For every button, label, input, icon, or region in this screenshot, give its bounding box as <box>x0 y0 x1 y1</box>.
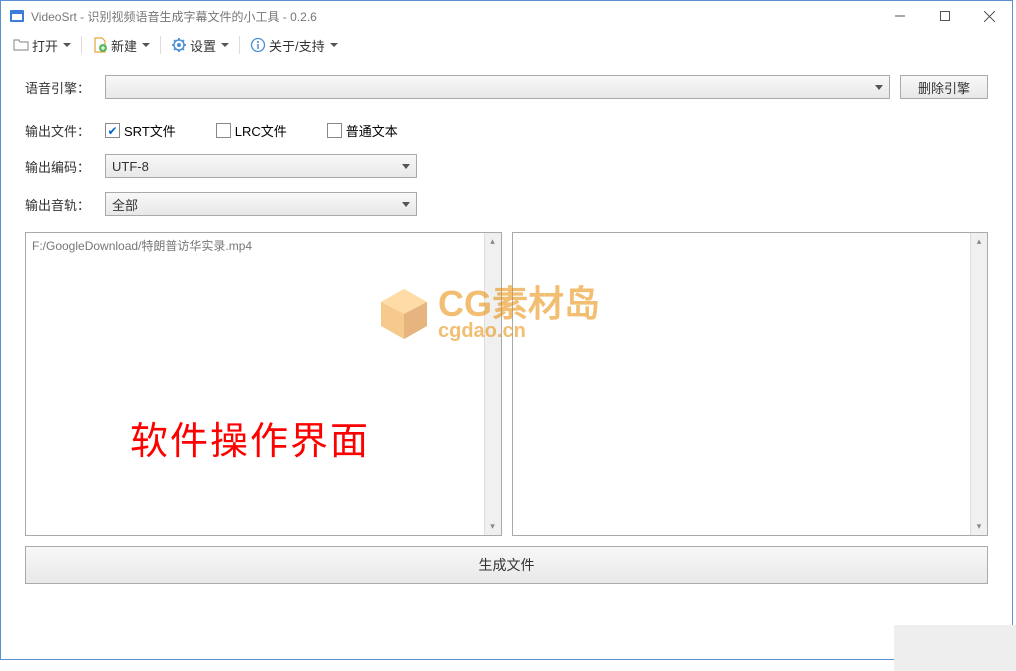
lrc-label: LRC文件 <box>235 121 287 140</box>
chevron-down-icon <box>402 202 410 207</box>
separator <box>160 36 161 54</box>
track-row: 输出音轨： 全部 <box>25 192 988 216</box>
encoding-select[interactable]: UTF-8 <box>105 154 417 178</box>
engine-label: 语音引擎： <box>25 78 95 97</box>
folder-icon <box>13 37 29 53</box>
scroll-up-icon[interactable]: ▴ <box>971 233 987 250</box>
txt-label: 普通文本 <box>346 121 398 140</box>
checkbox-box <box>327 123 342 138</box>
scrollbar[interactable]: ▴ ▾ <box>970 233 987 535</box>
open-menu[interactable]: 打开 <box>9 34 75 57</box>
chevron-down-icon <box>63 43 71 47</box>
output-file-label: 输出文件： <box>25 121 95 140</box>
open-label: 打开 <box>32 36 58 55</box>
checkbox-box: ✔ <box>105 123 120 138</box>
chevron-down-icon <box>330 43 338 47</box>
panels: F:/GoogleDownload/特朗普访华实录.mp4 ▴ ▾ ▴ ▾ <box>25 232 988 536</box>
app-window: VideoSrt - 识别视频语音生成字幕文件的小工具 - 0.2.6 打开 <box>0 0 1013 660</box>
new-label: 新建 <box>111 36 137 55</box>
maximize-button[interactable] <box>922 1 967 31</box>
track-value: 全部 <box>112 195 138 214</box>
txt-checkbox[interactable]: 普通文本 <box>327 121 398 140</box>
checkbox-box <box>216 123 231 138</box>
scroll-down-icon[interactable]: ▾ <box>971 518 987 535</box>
minimize-button[interactable] <box>877 1 922 31</box>
about-label: 关于/支持 <box>269 36 325 55</box>
separator <box>81 36 82 54</box>
scrollbar[interactable]: ▴ ▾ <box>484 233 501 535</box>
output-panel[interactable]: ▴ ▾ <box>512 232 989 536</box>
output-file-row: 输出文件： ✔ SRT文件 LRC文件 普通文本 <box>25 121 988 140</box>
corner-box <box>894 625 1016 671</box>
settings-label: 设置 <box>190 36 216 55</box>
encoding-label: 输出编码： <box>25 157 95 176</box>
scroll-down-icon[interactable]: ▾ <box>485 518 501 535</box>
app-icon <box>9 8 25 24</box>
track-select[interactable]: 全部 <box>105 192 417 216</box>
delete-engine-button[interactable]: 删除引擎 <box>900 75 988 99</box>
separator <box>239 36 240 54</box>
toolbar: 打开 新建 <box>1 31 1012 59</box>
settings-menu[interactable]: 设置 <box>167 34 233 57</box>
info-icon <box>250 37 266 53</box>
file-list-content: F:/GoogleDownload/特朗普访华实录.mp4 <box>26 233 484 535</box>
srt-checkbox[interactable]: ✔ SRT文件 <box>105 121 176 140</box>
scroll-up-icon[interactable]: ▴ <box>485 233 501 250</box>
window-controls <box>877 1 1012 31</box>
titlebar: VideoSrt - 识别视频语音生成字幕文件的小工具 - 0.2.6 <box>1 1 1012 31</box>
generate-button[interactable]: 生成文件 <box>25 546 988 584</box>
window-title: VideoSrt - 识别视频语音生成字幕文件的小工具 - 0.2.6 <box>31 8 317 25</box>
engine-row: 语音引擎： 删除引擎 <box>25 75 988 99</box>
track-label: 输出音轨： <box>25 195 95 214</box>
gear-icon <box>171 37 187 53</box>
engine-select[interactable] <box>105 75 890 99</box>
lrc-checkbox[interactable]: LRC文件 <box>216 121 287 140</box>
new-menu[interactable]: 新建 <box>88 34 154 57</box>
file-list-panel[interactable]: F:/GoogleDownload/特朗普访华实录.mp4 ▴ ▾ <box>25 232 502 536</box>
close-button[interactable] <box>967 1 1012 31</box>
chevron-down-icon <box>875 85 883 90</box>
chevron-down-icon <box>402 164 410 169</box>
chevron-down-icon <box>221 43 229 47</box>
chevron-down-icon <box>142 43 150 47</box>
new-file-icon <box>92 37 108 53</box>
about-menu[interactable]: 关于/支持 <box>246 34 342 57</box>
srt-label: SRT文件 <box>124 121 176 140</box>
overlay-caption: 软件操作界面 <box>130 410 370 465</box>
encoding-row: 输出编码： UTF-8 <box>25 154 988 178</box>
content-area: 语音引擎： 删除引擎 输出文件： ✔ SRT文件 LRC文件 普通文本 <box>1 59 1012 594</box>
file-path: F:/GoogleDownload/特朗普访华实录.mp4 <box>32 239 252 253</box>
output-content <box>513 233 971 535</box>
encoding-value: UTF-8 <box>112 159 149 174</box>
